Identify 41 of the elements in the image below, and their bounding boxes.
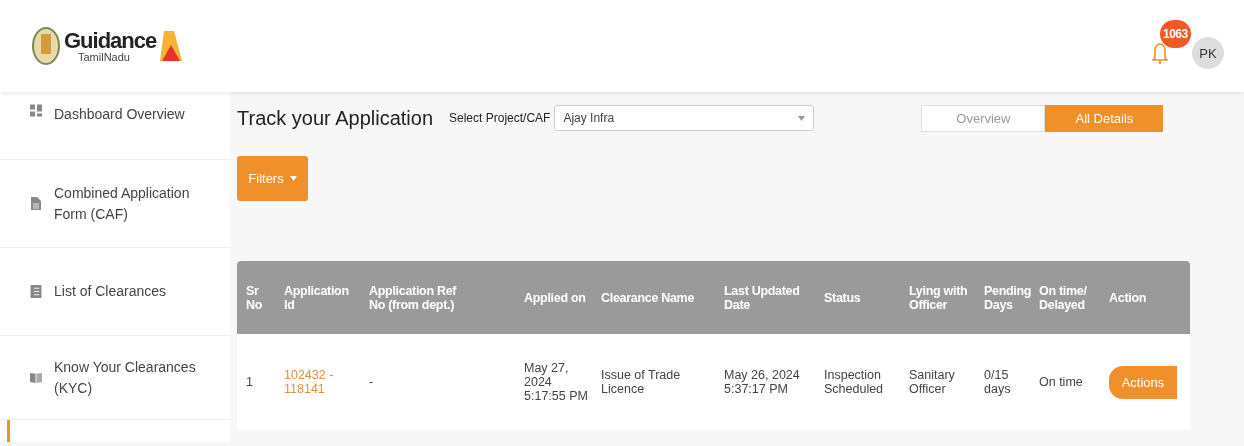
sidebar-item[interactable]: Dashboard Overview <box>0 92 230 160</box>
caret-icon <box>798 115 806 121</box>
table-cell-text: - <box>368 375 375 389</box>
column-header: Application Ref No (from dept.) <box>368 283 458 312</box>
column-header: Clearance Name <box>600 290 696 305</box>
table-cell-text: 1 <box>245 375 254 389</box>
column-header: Sr No <box>245 283 264 312</box>
table-cell-text: 0/15 days <box>983 368 1012 396</box>
table-cell-text: Sanitary Officer <box>908 368 956 396</box>
notification-badge: 1063 <box>1160 20 1191 48</box>
column-header: Pending Days <box>983 283 1030 312</box>
bell-icon[interactable] <box>1152 42 1168 64</box>
active-item-bar <box>7 420 10 442</box>
column-header: Action <box>1108 290 1148 305</box>
document-icon <box>30 197 42 210</box>
column-header: Application Id <box>283 283 350 312</box>
sidebar-item[interactable]: List of Clearances <box>0 248 230 336</box>
column-header: Lying with Officer <box>908 283 969 312</box>
column-header: Last Updated Date <box>723 283 801 312</box>
project-label: Select Project/CAF <box>449 111 551 125</box>
logo-mark-icon <box>160 31 183 61</box>
logo-title: Guidance <box>64 29 157 52</box>
table-cell-text: Inspection Scheduled <box>823 368 885 396</box>
dashboard-icon <box>30 104 42 117</box>
caret-icon <box>289 176 297 181</box>
table-cell-text: May 26, 2024 5:37:17 PM <box>723 368 801 396</box>
sidebar-item[interactable]: Combined Application Form (CAF) <box>0 160 230 248</box>
table-cell-text: Issue of Trade Licence <box>600 368 682 396</box>
sidebar-item[interactable]: Know Your Clearances (KYC) <box>0 336 230 420</box>
page-title: Track your Application <box>237 106 433 130</box>
column-header: Status <box>823 290 862 305</box>
list-icon <box>30 285 42 298</box>
table-cell-text: On time <box>1038 375 1084 389</box>
table-cell-text: May 27, 2024 5:17:55 PM <box>523 361 589 403</box>
emblem-icon <box>32 26 60 66</box>
book-icon <box>30 371 42 384</box>
logo-subtitle: TamilNadu <box>78 51 131 63</box>
column-header: Applied on <box>523 290 587 305</box>
project-select[interactable]: Ajay Infra <box>554 105 815 131</box>
user-avatar[interactable]: PK <box>1192 37 1224 69</box>
column-header: On time/ Delayed <box>1038 283 1088 312</box>
